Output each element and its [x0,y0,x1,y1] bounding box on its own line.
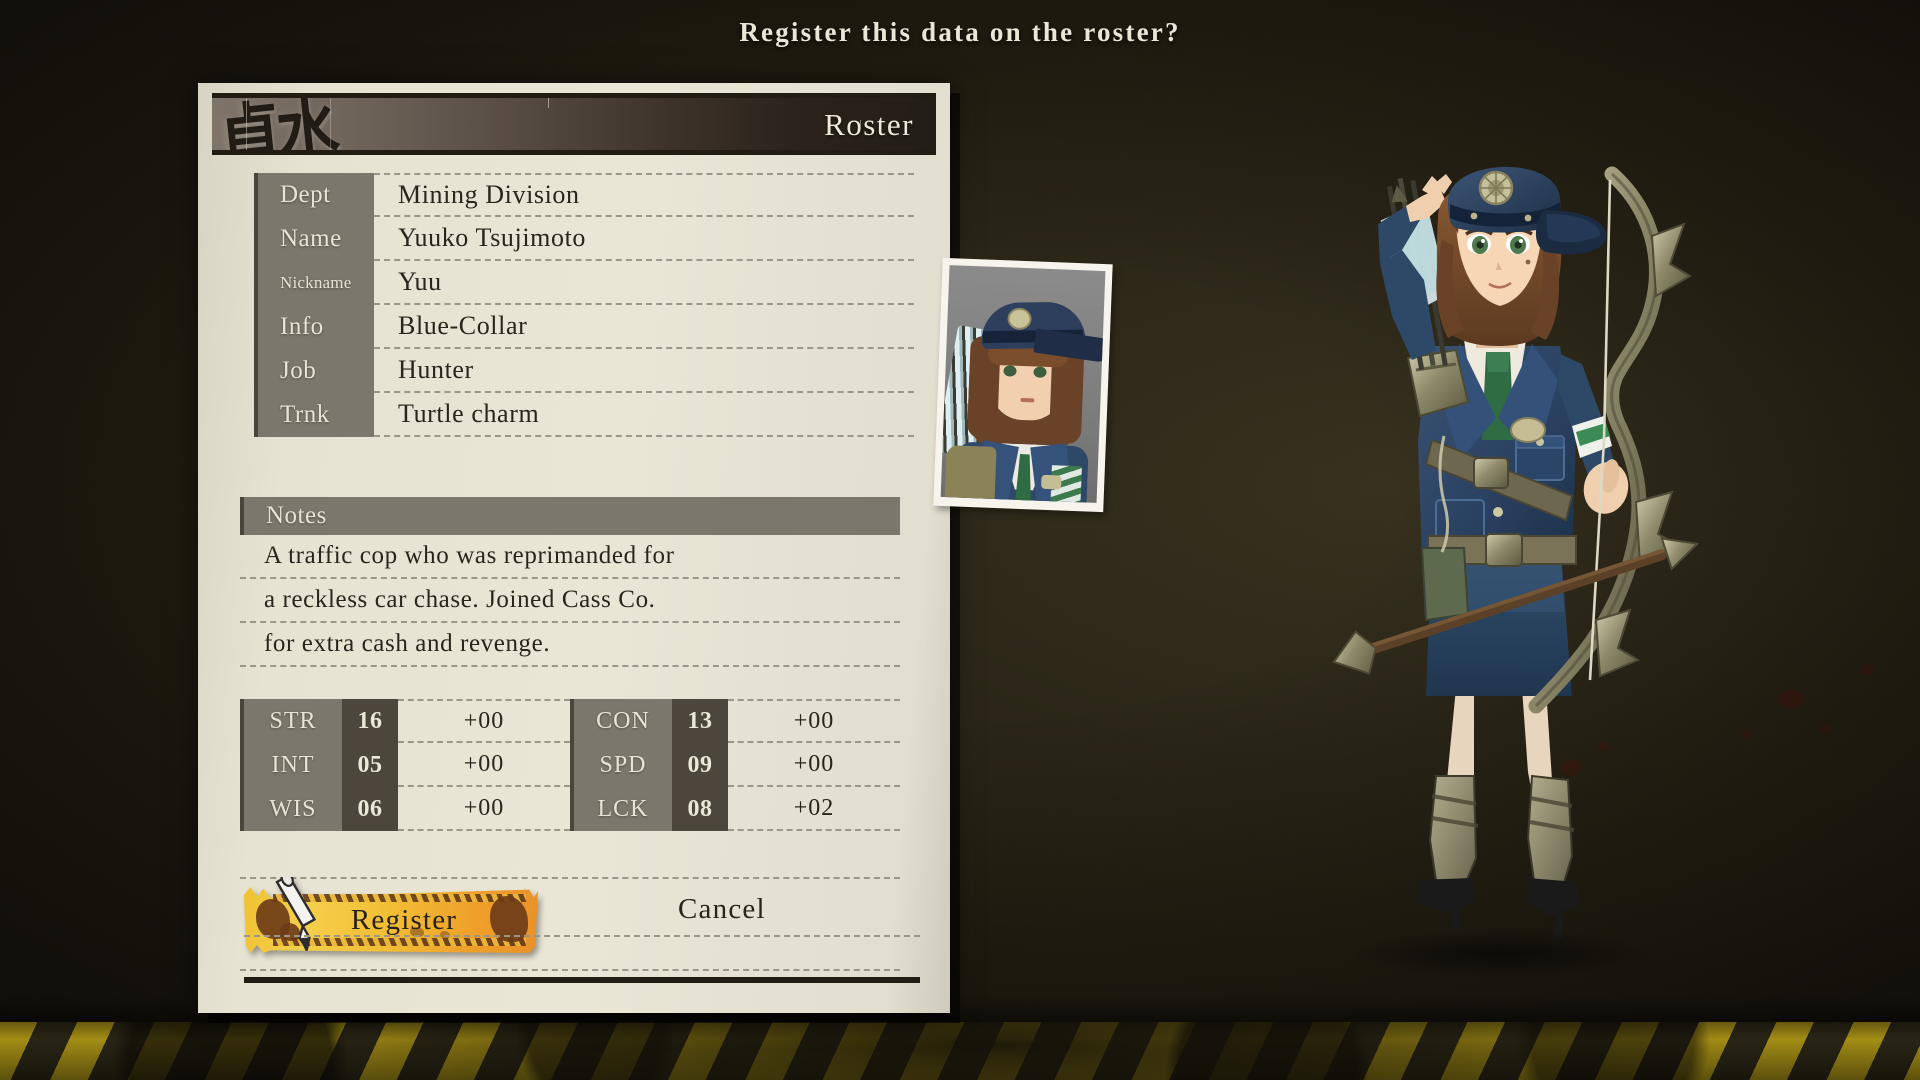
notes-line: a reckless car chase. Joined Cass Co. [240,579,900,623]
stat-row-con: CON 13 +00 [570,699,900,743]
info-row-name: Name Yuuko Tsujimoto [254,217,914,261]
info-value: Yuu [374,261,914,305]
stat-name: INT [240,743,342,787]
info-row-nickname: Nickname Yuu [254,261,914,305]
panel-inner: 貞水 貞水 Roster Dept Mining Division Name Y… [198,83,950,1013]
header-tick [330,98,331,150]
panel-bottom-dashed-rule [244,935,920,937]
stat-bonus: +00 [398,699,570,743]
register-button[interactable]: Register [244,877,538,953]
info-value: Turtle charm [374,393,914,437]
portrait-badge [1041,474,1062,490]
character-artwork [1260,140,1740,1010]
info-label: Info [254,305,374,349]
stat-bonus: +00 [728,699,900,743]
stat-bonus: +02 [728,787,900,831]
notes-header: Notes [240,497,900,535]
notes-line: for extra cash and revenge. [240,623,900,667]
button-row-divider-bottom [240,969,900,971]
info-row-job: Job Hunter [254,349,914,393]
info-label: Name [254,217,374,261]
stat-bonus: +00 [398,743,570,787]
stat-value: 13 [672,699,728,743]
info-row-trnk: Trnk Turtle charm [254,393,914,437]
notes-block: Notes A traffic cop who was reprimanded … [240,497,900,667]
panel-header: 貞水 貞水 Roster [212,93,936,155]
stat-row-int: INT 05 +00 [240,743,570,787]
header-tick [548,98,549,108]
info-value: Hunter [374,349,914,393]
stat-value: 09 [672,743,728,787]
hazard-stripe-band [0,1022,1920,1080]
stats-block: STR 16 +00 INT 05 +00 WIS 06 +00 CON 13 … [240,699,900,831]
stat-bonus: +00 [728,743,900,787]
stat-value: 05 [342,743,398,787]
info-value: Blue-Collar [374,305,914,349]
info-block: Dept Mining Division Name Yuuko Tsujimot… [254,173,914,437]
stat-row-wis: WIS 06 +00 [240,787,570,831]
info-row-info: Info Blue-Collar [254,305,914,349]
character-ground-shadow [1350,930,1650,978]
register-button-label: Register [350,903,458,936]
info-value: Yuuko Tsujimoto [374,217,914,261]
info-label: Nickname [254,261,374,305]
info-label: Trnk [254,393,374,437]
character-portrait-photo [940,265,1106,503]
button-row-divider-top [240,877,900,879]
info-label: Job [254,349,374,393]
stat-value: 08 [672,787,728,831]
stat-row-str: STR 16 +00 [240,699,570,743]
page-title: Register this data on the roster? [739,17,1181,47]
stats-column-left: STR 16 +00 INT 05 +00 WIS 06 +00 [240,699,570,831]
info-row-dept: Dept Mining Division [254,173,914,217]
stat-row-spd: SPD 09 +00 [570,743,900,787]
header-tick [246,98,247,150]
panel-bottom-rule [244,977,920,983]
stat-name: LCK [570,787,672,831]
character-illustration [1332,166,1700,940]
notes-line: A traffic cop who was reprimanded for [240,535,900,579]
info-value: Mining Division [374,173,914,217]
info-label: Dept [254,173,374,217]
portrait-pauldron [944,445,997,503]
stat-value: 06 [342,787,398,831]
hazard-band-grime [0,1022,1920,1080]
character-portrait-frame [933,257,1113,513]
stat-name: WIS [240,787,342,831]
stat-row-lck: LCK 08 +02 [570,787,900,831]
roster-panel: 貞水 貞水 Roster Dept Mining Division Name Y… [198,83,1113,1013]
button-row: Register Cancel [240,877,900,971]
stat-name: SPD [570,743,672,787]
portrait-mouth [1020,397,1035,403]
stat-name: STR [240,699,342,743]
cancel-button[interactable]: Cancel [678,893,766,926]
stat-name: CON [570,699,672,743]
stats-column-right: CON 13 +00 SPD 09 +00 LCK 08 +02 [570,699,900,831]
header-stamp-kanji: 貞水 [214,93,339,155]
panel-header-title: Roster [824,107,914,142]
stat-bonus: +00 [398,787,570,831]
stat-value: 16 [342,699,398,743]
